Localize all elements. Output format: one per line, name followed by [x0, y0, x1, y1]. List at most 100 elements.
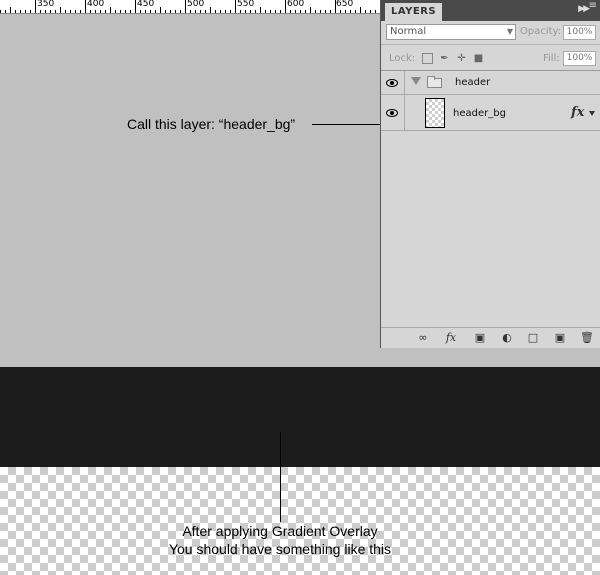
ruler-tick — [125, 10, 126, 13]
lock-label: Lock: — [389, 53, 416, 64]
ruler-tick — [275, 10, 276, 13]
ruler-tick — [180, 10, 181, 13]
ruler-tick — [245, 10, 246, 13]
ruler-tick — [120, 10, 121, 13]
ruler-tick — [360, 7, 361, 13]
ruler-tick — [75, 10, 76, 13]
layer-name: header_bg — [453, 108, 506, 119]
link-layers-icon[interactable]: ∞ — [415, 331, 431, 344]
result-caption-line: After applying Gradient Overlay — [182, 523, 378, 539]
chevron-down-icon: ▼ — [506, 27, 513, 36]
ruler-tick — [115, 10, 116, 13]
ruler-tick — [165, 10, 166, 13]
ruler-tick — [365, 10, 366, 13]
new-layer-icon[interactable]: ▣ — [553, 331, 567, 344]
panel-title-bar: LAYERS ▶▶ ≡ — [381, 0, 600, 21]
blend-mode-select[interactable]: Normal ▼ — [386, 24, 516, 40]
trash-icon[interactable]: 🗑 — [580, 331, 594, 344]
ruler-tick — [220, 10, 221, 13]
add-mask-icon[interactable]: ▣ — [473, 331, 487, 344]
ruler-tick — [345, 10, 346, 13]
ruler-tick — [60, 7, 61, 13]
ruler-tick — [20, 10, 21, 13]
fill-field[interactable]: 100% — [563, 51, 596, 66]
ruler-tick — [185, 0, 186, 13]
ruler-tick — [310, 7, 311, 13]
ruler-tick — [110, 7, 111, 13]
ruler-tick — [210, 7, 211, 13]
ruler-tick — [25, 10, 26, 13]
ruler-tick — [315, 10, 316, 13]
lock-transparent-pixels-icon[interactable] — [422, 53, 433, 64]
ruler-tick — [335, 0, 336, 13]
expand-triangle-icon[interactable] — [411, 77, 421, 85]
ruler-tick — [255, 10, 256, 13]
ruler-tick — [140, 10, 141, 13]
ruler-tick — [200, 10, 201, 13]
adjustment-layer-icon[interactable]: ◐ — [499, 331, 515, 344]
transparent-area — [0, 467, 600, 575]
new-group-icon[interactable]: □ — [526, 331, 540, 344]
layer-thumbnail — [425, 98, 445, 128]
ruler-label: 600 — [287, 0, 305, 9]
visibility-toggle[interactable] — [381, 95, 405, 130]
panel-bottom-toolbar: ∞ fx ▣ ◐ □ ▣ 🗑 — [381, 327, 600, 348]
ruler-tick — [290, 10, 291, 13]
ruler-tick — [280, 10, 281, 13]
header-gradient-bar — [0, 367, 600, 467]
ruler-tick — [295, 10, 296, 13]
lock-position-icon[interactable]: ✛ — [456, 53, 467, 64]
visibility-toggle[interactable] — [381, 71, 405, 94]
ruler-tick — [105, 10, 106, 13]
ruler-tick — [265, 10, 266, 13]
lock-image-pixels-icon[interactable]: ✒ — [439, 53, 450, 64]
ruler-tick — [35, 0, 36, 13]
ruler-tick — [230, 10, 231, 13]
ruler-tick — [330, 10, 331, 13]
ruler-tick — [305, 10, 306, 13]
add-style-icon[interactable]: fx — [443, 331, 459, 344]
ruler-tick — [130, 10, 131, 13]
ruler-label: 650 — [336, 0, 354, 9]
ruler-tick — [90, 10, 91, 13]
ruler-tick — [370, 10, 371, 13]
ruler-tick — [45, 10, 46, 13]
lock-all-icon[interactable]: ■ — [473, 53, 484, 64]
ruler-tick — [320, 10, 321, 13]
fill-label: Fill: — [543, 53, 560, 64]
ruler-tick — [355, 10, 356, 13]
ruler-label: 400 — [87, 0, 105, 9]
opacity-field[interactable]: 100% — [563, 25, 596, 40]
ruler-tick — [325, 10, 326, 13]
ruler-tick — [40, 10, 41, 13]
divider — [381, 44, 600, 45]
layers-panel: LAYERS ▶▶ ≡ Normal ▼ Opacity: 100% Lock:… — [380, 0, 600, 348]
ruler-label: 350 — [37, 0, 55, 9]
ruler-tick — [160, 7, 161, 13]
tab-layers[interactable]: LAYERS — [385, 3, 443, 21]
layer-name-callout: Call this layer: “header_bg” — [127, 116, 296, 132]
ruler-tick — [95, 10, 96, 13]
ruler-tick — [170, 10, 171, 13]
effects-expand-icon[interactable] — [589, 111, 595, 116]
group-name: header — [455, 77, 491, 88]
folder-icon — [427, 76, 442, 88]
ruler-tick — [10, 7, 11, 13]
result-pointer-line — [280, 432, 281, 522]
layer-row[interactable]: header_bg fx — [381, 95, 600, 131]
ruler-tick — [80, 10, 81, 13]
ruler-tick — [205, 10, 206, 13]
collapse-panel-icon[interactable]: ▶▶ — [578, 4, 590, 14]
ruler-tick — [375, 10, 376, 13]
panel-menu-icon[interactable]: ≡ — [589, 1, 597, 11]
ruler-tick — [65, 10, 66, 13]
ruler-tick — [155, 10, 156, 13]
layer-group-row[interactable]: header — [381, 71, 600, 95]
eye-icon — [386, 79, 398, 87]
ruler-label: 450 — [137, 0, 155, 9]
ruler-tick — [5, 10, 6, 13]
opacity-label: Opacity: — [520, 26, 562, 37]
ruler-tick — [145, 10, 146, 13]
ruler-tick — [55, 10, 56, 13]
layer-effects-icon[interactable]: fx — [571, 105, 584, 120]
